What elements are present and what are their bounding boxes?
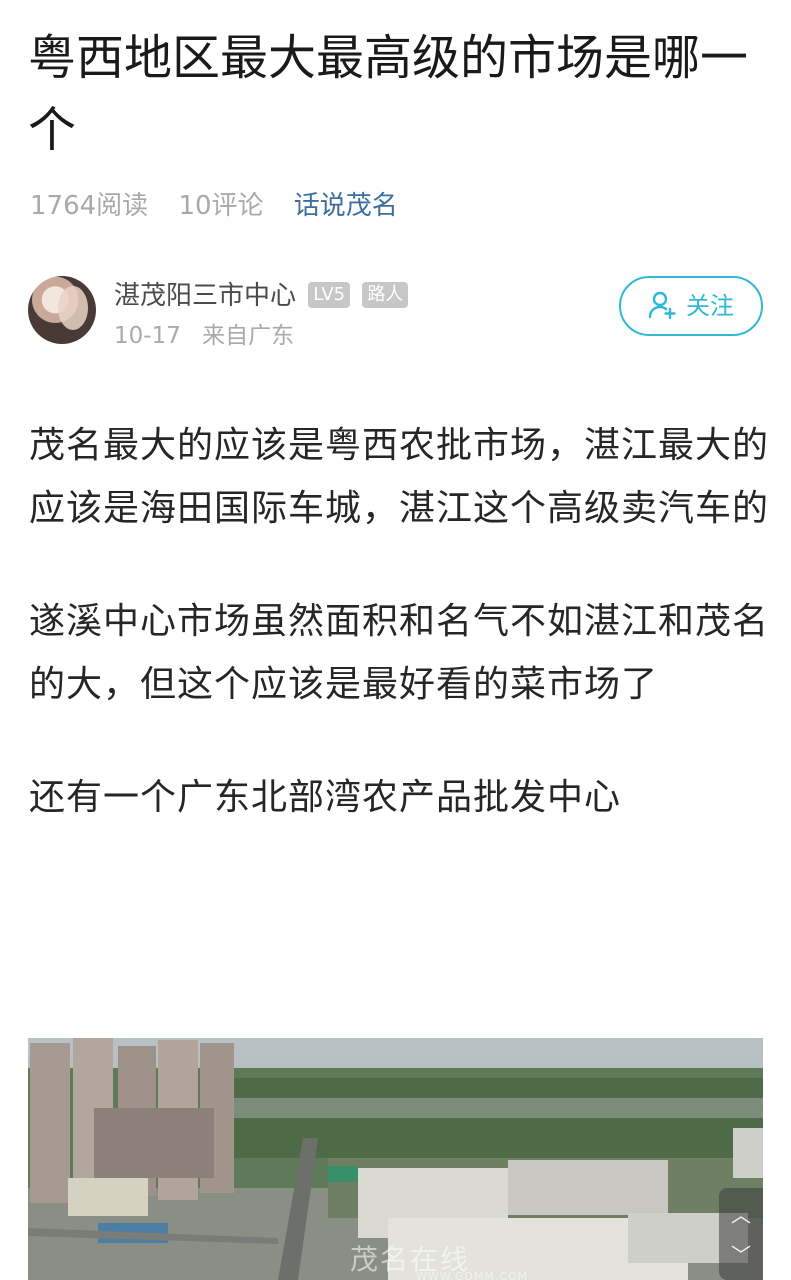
- follow-button[interactable]: 关注: [619, 276, 763, 336]
- follow-label: 关注: [686, 292, 734, 320]
- comment-count[interactable]: 10评论: [178, 191, 263, 221]
- paragraph-3: 还有一个广东北部湾农产品批发中心: [29, 777, 622, 818]
- user-plus-icon: [648, 291, 676, 320]
- topic-link[interactable]: 话说茂名: [294, 191, 398, 221]
- author-name-row[interactable]: 湛茂阳三市中心 LV5 路人: [114, 278, 409, 314]
- post-title: 粤西地区最大最高级的市场是哪一个: [28, 30, 749, 158]
- avatar[interactable]: [28, 276, 96, 344]
- article-image[interactable]: 茂名在线 WWW.GDMM.COM ︿ ﹀: [28, 1038, 763, 1280]
- post-meta: 1764阅读 10评论 话说茂名: [30, 186, 420, 226]
- post-location: 来自广东: [202, 323, 295, 349]
- author-name[interactable]: 湛茂阳三市中心: [114, 281, 296, 311]
- level-badge: LV5: [308, 282, 351, 308]
- article-body: 茂名最大的应该是粤西农批市场，湛江最大的应该是海田国际车城，湛江这个高级卖汽车的…: [29, 414, 769, 879]
- paragraph-1: 茂名最大的应该是粤西农批市场，湛江最大的应该是海田国际车城，湛江这个高级卖汽车的: [29, 425, 770, 529]
- read-count: 1764阅读: [30, 191, 149, 221]
- chevron-down-icon[interactable]: ﹀: [730, 1244, 752, 1266]
- paragraph-2: 遂溪中心市场虽然面积和名气不如湛江和茂名的大，但这个应该是最好看的菜市场了: [29, 601, 770, 705]
- watermark-url: WWW.GDMM.COM: [416, 1270, 529, 1280]
- post-date: 10-17: [114, 323, 181, 349]
- role-badge: 路人: [362, 282, 409, 308]
- image-scroll-control[interactable]: ︿ ﹀: [719, 1188, 763, 1280]
- author-sub: 10-17 来自广东: [114, 320, 308, 352]
- author-bar: 湛茂阳三市中心 LV5 路人 10-17 来自广东 关注: [28, 276, 763, 349]
- chevron-up-icon[interactable]: ︿: [730, 1204, 752, 1226]
